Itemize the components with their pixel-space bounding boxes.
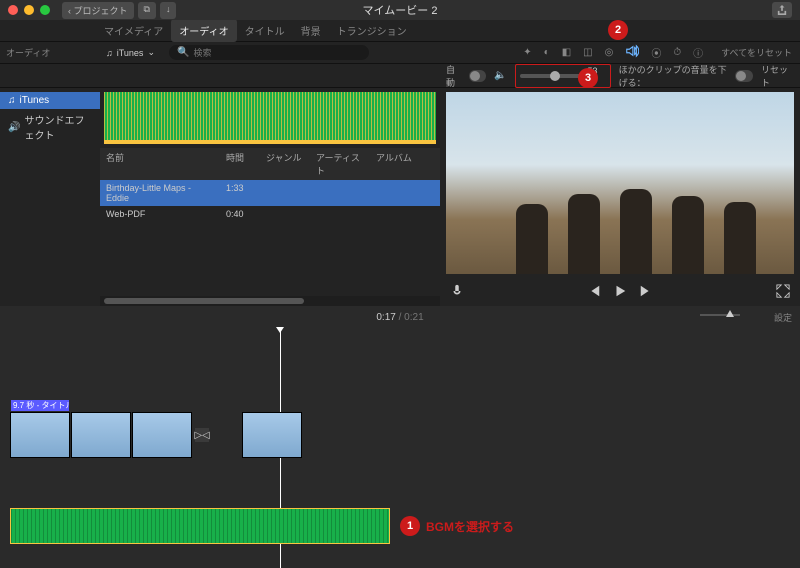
tab-mymedia[interactable]: マイメディア <box>96 19 171 42</box>
annotation-badge: 3 <box>578 68 598 88</box>
sidebar-item-sound-effects[interactable]: 🔊 サウンドエフェクト <box>0 109 100 145</box>
settings-button[interactable]: 設定 <box>774 311 792 324</box>
audio-browser: 名前 時間 ジャンル アーティスト アルバム Birthday-Little M… <box>100 88 440 306</box>
media-tabbar: マイメディア オーディオ タイトル 背景 トランジション <box>0 20 800 42</box>
cell-name: Web-PDF <box>100 206 220 222</box>
audio-sidebar: ♫ iTunes 🔊 サウンドエフェクト <box>0 88 100 306</box>
music-icon: ♫ <box>106 48 113 58</box>
viewer-panel <box>440 88 800 306</box>
auto-label: 自動 <box>446 63 461 89</box>
col-artist[interactable]: アーティスト <box>310 148 370 180</box>
cell-name: Birthday-Little Maps - Eddie <box>100 180 220 206</box>
speaker-small-icon: 🔈 <box>494 70 506 81</box>
prev-button[interactable] <box>587 284 601 301</box>
share-button[interactable] <box>772 2 792 18</box>
reset-button[interactable]: リセット <box>761 63 790 89</box>
fullscreen-icon[interactable] <box>776 284 790 301</box>
video-preview[interactable] <box>446 92 794 274</box>
info-icon[interactable]: ⓘ <box>693 45 703 60</box>
timeline[interactable]: 9.7 秒 - タイトルテキスト ▷◁ 21.6 秒 - Birthday-Li… <box>0 328 800 568</box>
voiceover-icon[interactable] <box>450 284 464 301</box>
next-button[interactable] <box>639 284 653 301</box>
sidebar-item-itunes[interactable]: ♫ iTunes <box>0 92 100 109</box>
browser-scrollbar[interactable] <box>100 296 440 306</box>
back-label: プロジェクト <box>74 6 128 16</box>
annotation-2: 2 <box>608 20 628 40</box>
browser-header-row: オーディオ ♫ iTunes ⌄ 🔍 ✦ ◐ ◧ ◫ ◎ ⦿ ⏱ ⓘ すべてをリ… <box>0 42 800 64</box>
waveform-preview[interactable] <box>100 88 440 148</box>
volume-icon[interactable] <box>625 44 639 61</box>
timecode: 0:17 / 0:21 <box>376 312 423 323</box>
window-controls[interactable] <box>8 5 50 15</box>
volume-inspector: 自動 🔈 53 % ほかのクリップの音量を下げる： リセット <box>0 64 800 88</box>
table-header: 名前 時間 ジャンル アーティスト アルバム <box>100 148 440 180</box>
play-button[interactable] <box>613 284 627 301</box>
playback-controls <box>440 278 800 306</box>
col-album[interactable]: アルバム <box>370 148 420 180</box>
zoom-icon[interactable] <box>40 5 50 15</box>
color-correction-icon[interactable]: ◧ <box>562 47 571 58</box>
table-row[interactable]: Birthday-Little Maps - Eddie 1:33 <box>100 180 440 206</box>
sidebar-header: オーディオ <box>0 46 100 59</box>
library-label: iTunes <box>117 48 144 58</box>
tab-audio[interactable]: オーディオ <box>171 19 236 42</box>
sidebar-item-label: サウンドエフェクト <box>24 112 92 142</box>
cell-time: 0:40 <box>220 206 260 222</box>
timecode-bar: 0:17 / 0:21 設定 <box>0 306 800 328</box>
tab-transitions[interactable]: トランジション <box>329 19 415 42</box>
annotation-badge: 1 <box>400 516 420 536</box>
time-total: 0:21 <box>404 312 423 323</box>
noise-reduce-icon[interactable]: ⦿ <box>651 45 661 60</box>
lower-others-toggle[interactable] <box>735 70 753 82</box>
col-name[interactable]: 名前 <box>100 148 220 180</box>
inspector-toolbar: ✦ ◐ ◧ ◫ ◎ ⦿ ⏱ ⓘ すべてをリセット <box>523 44 792 61</box>
tab-backgrounds[interactable]: 背景 <box>293 19 329 42</box>
reset-all-button[interactable]: すべてをリセット <box>721 46 792 59</box>
window-title: マイムービー 2 <box>363 2 438 18</box>
search-input[interactable] <box>193 48 361 58</box>
auto-toggle[interactable] <box>469 70 487 82</box>
tab-titles[interactable]: タイトル <box>237 19 293 42</box>
transition-icon[interactable]: ▷◁ <box>195 428 209 442</box>
time-current: 0:17 <box>376 312 395 323</box>
video-track: 9.7 秒 - タイトルテキスト ▷◁ <box>10 412 302 458</box>
lower-others-label: ほかのクリップの音量を下げる： <box>619 63 728 89</box>
annotation-badge: 2 <box>608 20 628 40</box>
titlebar: ‹ プロジェクト ⧉ ↓ マイムービー 2 <box>0 0 800 20</box>
stabilize-icon[interactable]: ◎ <box>605 47 614 58</box>
volume-slider[interactable] <box>520 74 582 78</box>
import-button[interactable]: ↓ <box>160 2 177 19</box>
annotation-text: BGMを選択する <box>426 518 514 535</box>
col-time[interactable]: 時間 <box>220 148 260 180</box>
search-icon: 🔍 <box>177 47 189 58</box>
back-to-projects-button[interactable]: ‹ プロジェクト <box>62 2 134 19</box>
audio-track: 21.6 秒 - Birthday-Little Maps - Eddie <box>10 508 390 544</box>
color-balance-icon[interactable]: ◐ <box>544 47 550 58</box>
crop-icon[interactable]: ◫ <box>583 47 592 58</box>
col-genre[interactable]: ジャンル <box>260 148 310 180</box>
zoom-slider[interactable] <box>700 314 740 316</box>
speaker-icon: 🔊 <box>8 122 20 133</box>
magic-wand-icon[interactable]: ✦ <box>523 47 531 58</box>
video-clip[interactable] <box>71 412 131 458</box>
search-field[interactable]: 🔍 <box>169 45 369 60</box>
upper-panel: ♫ iTunes 🔊 サウンドエフェクト 名前 時間 ジャンル アーティスト ア… <box>0 88 800 306</box>
video-clip[interactable]: 9.7 秒 - タイトルテキスト <box>10 412 70 458</box>
video-clip[interactable] <box>242 412 302 458</box>
annotation-1: 1 BGMを選択する <box>400 516 514 536</box>
music-icon: ♫ <box>8 95 16 106</box>
sidebar-item-label: iTunes <box>20 95 50 106</box>
close-icon[interactable] <box>8 5 18 15</box>
cell-time: 1:33 <box>220 180 260 206</box>
library-dropdown[interactable]: ♫ iTunes ⌄ <box>100 47 161 58</box>
chevron-updown-icon: ⌄ <box>147 47 155 58</box>
library-toggle-button[interactable]: ⧉ <box>138 2 156 19</box>
video-clip[interactable] <box>132 412 192 458</box>
audio-clip[interactable]: 21.6 秒 - Birthday-Little Maps - Eddie <box>10 508 390 544</box>
annotation-3: 3 <box>578 68 598 88</box>
speed-icon[interactable]: ⏱ <box>673 47 681 58</box>
clip-label: 9.7 秒 - タイトルテキスト <box>11 400 69 411</box>
table-row[interactable]: Web-PDF 0:40 <box>100 206 440 222</box>
minimize-icon[interactable] <box>24 5 34 15</box>
